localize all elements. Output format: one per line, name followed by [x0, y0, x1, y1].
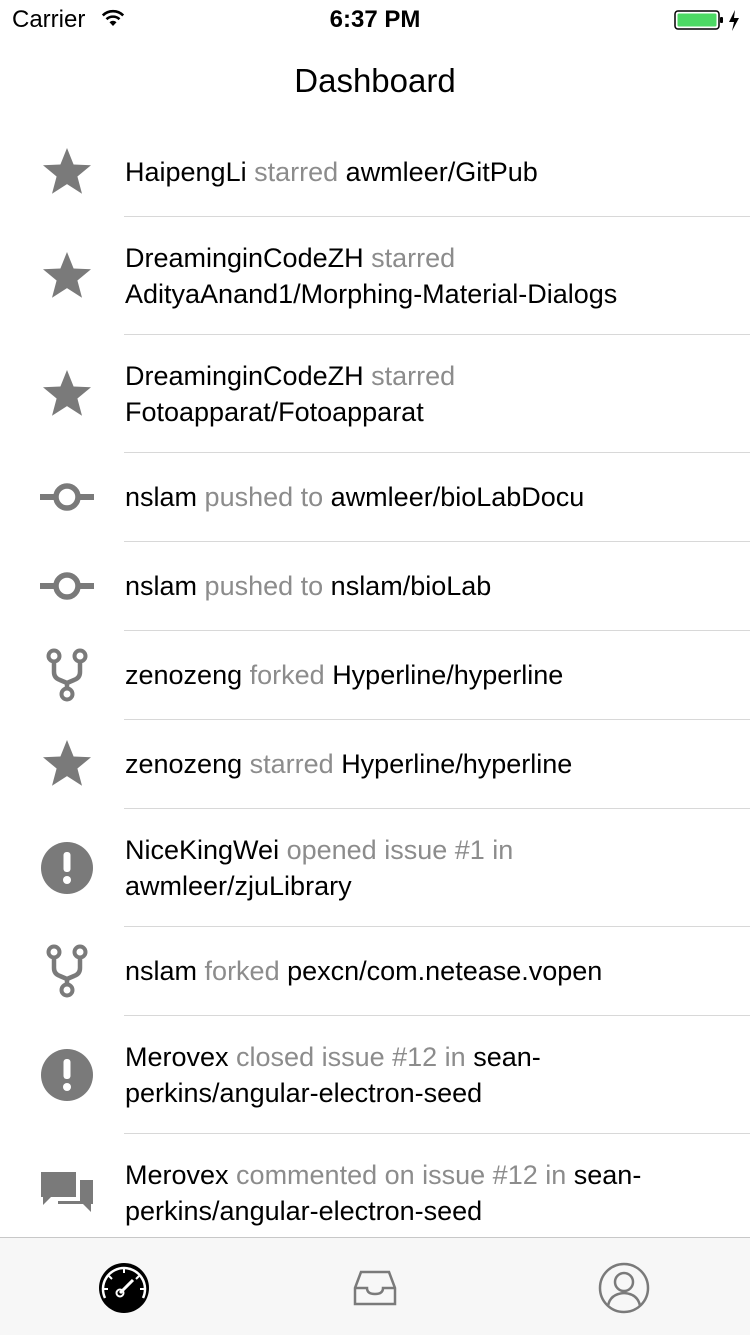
event-target: awmleer/GitPub	[345, 157, 538, 187]
event-feed: HaipengLi starred awmleer/GitPub Dreamin…	[0, 128, 750, 1251]
event-action: forked	[249, 660, 325, 690]
feed-item[interactable]: DreaminginCodeZH starred Fotoapparat/Fot…	[0, 335, 750, 452]
star-icon	[38, 365, 96, 423]
commit-icon	[38, 557, 96, 615]
inbox-tray-icon[interactable]	[347, 1260, 403, 1316]
dashboard-gauge-icon[interactable]	[96, 1260, 152, 1316]
event-action: starred	[254, 157, 339, 187]
event-action: starred	[249, 749, 334, 779]
feed-item[interactable]: HaipengLi starred awmleer/GitPub	[0, 128, 750, 216]
issue-icon	[38, 839, 96, 897]
battery-icon	[674, 9, 744, 38]
feed-item[interactable]: NiceKingWei opened issue #1 in awmleer/z…	[0, 809, 750, 926]
event-actor: DreaminginCodeZH	[125, 360, 364, 391]
event-target: pexcn/com.netease.vopen	[287, 956, 603, 986]
event-target: awmleer/bioLabDocu	[330, 482, 585, 512]
star-icon	[38, 247, 96, 305]
status-bar: Carrier 6:37 PM	[0, 0, 750, 40]
feed-item[interactable]: zenozeng starred Hyperline/hyperline	[0, 720, 750, 808]
event-action: forked	[204, 956, 280, 986]
star-icon	[38, 735, 96, 793]
event-actor: NiceKingWei	[125, 834, 280, 865]
event-actor: nslam	[125, 956, 198, 986]
feed-item[interactable]: nslam pushed to nslam/bioLab	[0, 542, 750, 630]
event-action: pushed to	[204, 571, 324, 601]
event-actor: DreaminginCodeZH	[125, 242, 364, 273]
event-target: Fotoapparat/Fotoapparat	[125, 396, 424, 427]
event-action: closed issue #12 in	[236, 1041, 466, 1072]
event-actor: zenozeng	[125, 660, 243, 690]
event-actor: zenozeng	[125, 749, 243, 779]
commit-icon	[38, 468, 96, 526]
feed-item[interactable]: zenozeng forked Hyperline/hyperline	[0, 631, 750, 719]
feed-item[interactable]: DreaminginCodeZH starred AdityaAnand1/Mo…	[0, 217, 750, 334]
comment-icon	[38, 1164, 96, 1222]
event-actor: HaipengLi	[125, 157, 247, 187]
event-action: starred	[371, 360, 456, 391]
tab-bar	[0, 1237, 750, 1335]
event-actor: Merovex	[125, 1159, 229, 1190]
event-target: Hyperline/hyperline	[332, 660, 564, 690]
event-action: pushed to	[204, 482, 324, 512]
profile-person-icon[interactable]	[596, 1260, 652, 1316]
feed-item[interactable]: Merovex commented on issue #12 in sean-p…	[0, 1134, 750, 1251]
clock-time: 6:37 PM	[329, 6, 421, 33]
event-action: starred	[371, 242, 456, 273]
event-target: nslam/bioLab	[330, 571, 492, 601]
event-action: opened issue #1 in	[286, 834, 514, 865]
feed-item[interactable]: nslam forked pexcn/com.netease.vopen	[0, 927, 750, 1015]
fork-icon	[38, 646, 96, 704]
feed-item[interactable]: nslam pushed to awmleer/bioLabDocu	[0, 453, 750, 541]
issue-icon	[38, 1046, 96, 1104]
star-icon	[38, 143, 96, 201]
feed-item[interactable]: Merovex closed issue #12 in sean-perkins…	[0, 1016, 750, 1133]
event-target: Hyperline/hyperline	[341, 749, 573, 779]
page-title: Dashboard	[294, 62, 456, 99]
event-target: awmleer/zjuLibrary	[125, 870, 352, 901]
event-actor: nslam	[125, 482, 198, 512]
fork-icon	[38, 942, 96, 1000]
event-action: commented on issue #12 in	[236, 1159, 567, 1190]
event-actor: Merovex	[125, 1041, 229, 1072]
event-target: AdityaAnand1/Morphing-Material-Dialogs	[125, 278, 618, 309]
event-actor: nslam	[125, 571, 198, 601]
